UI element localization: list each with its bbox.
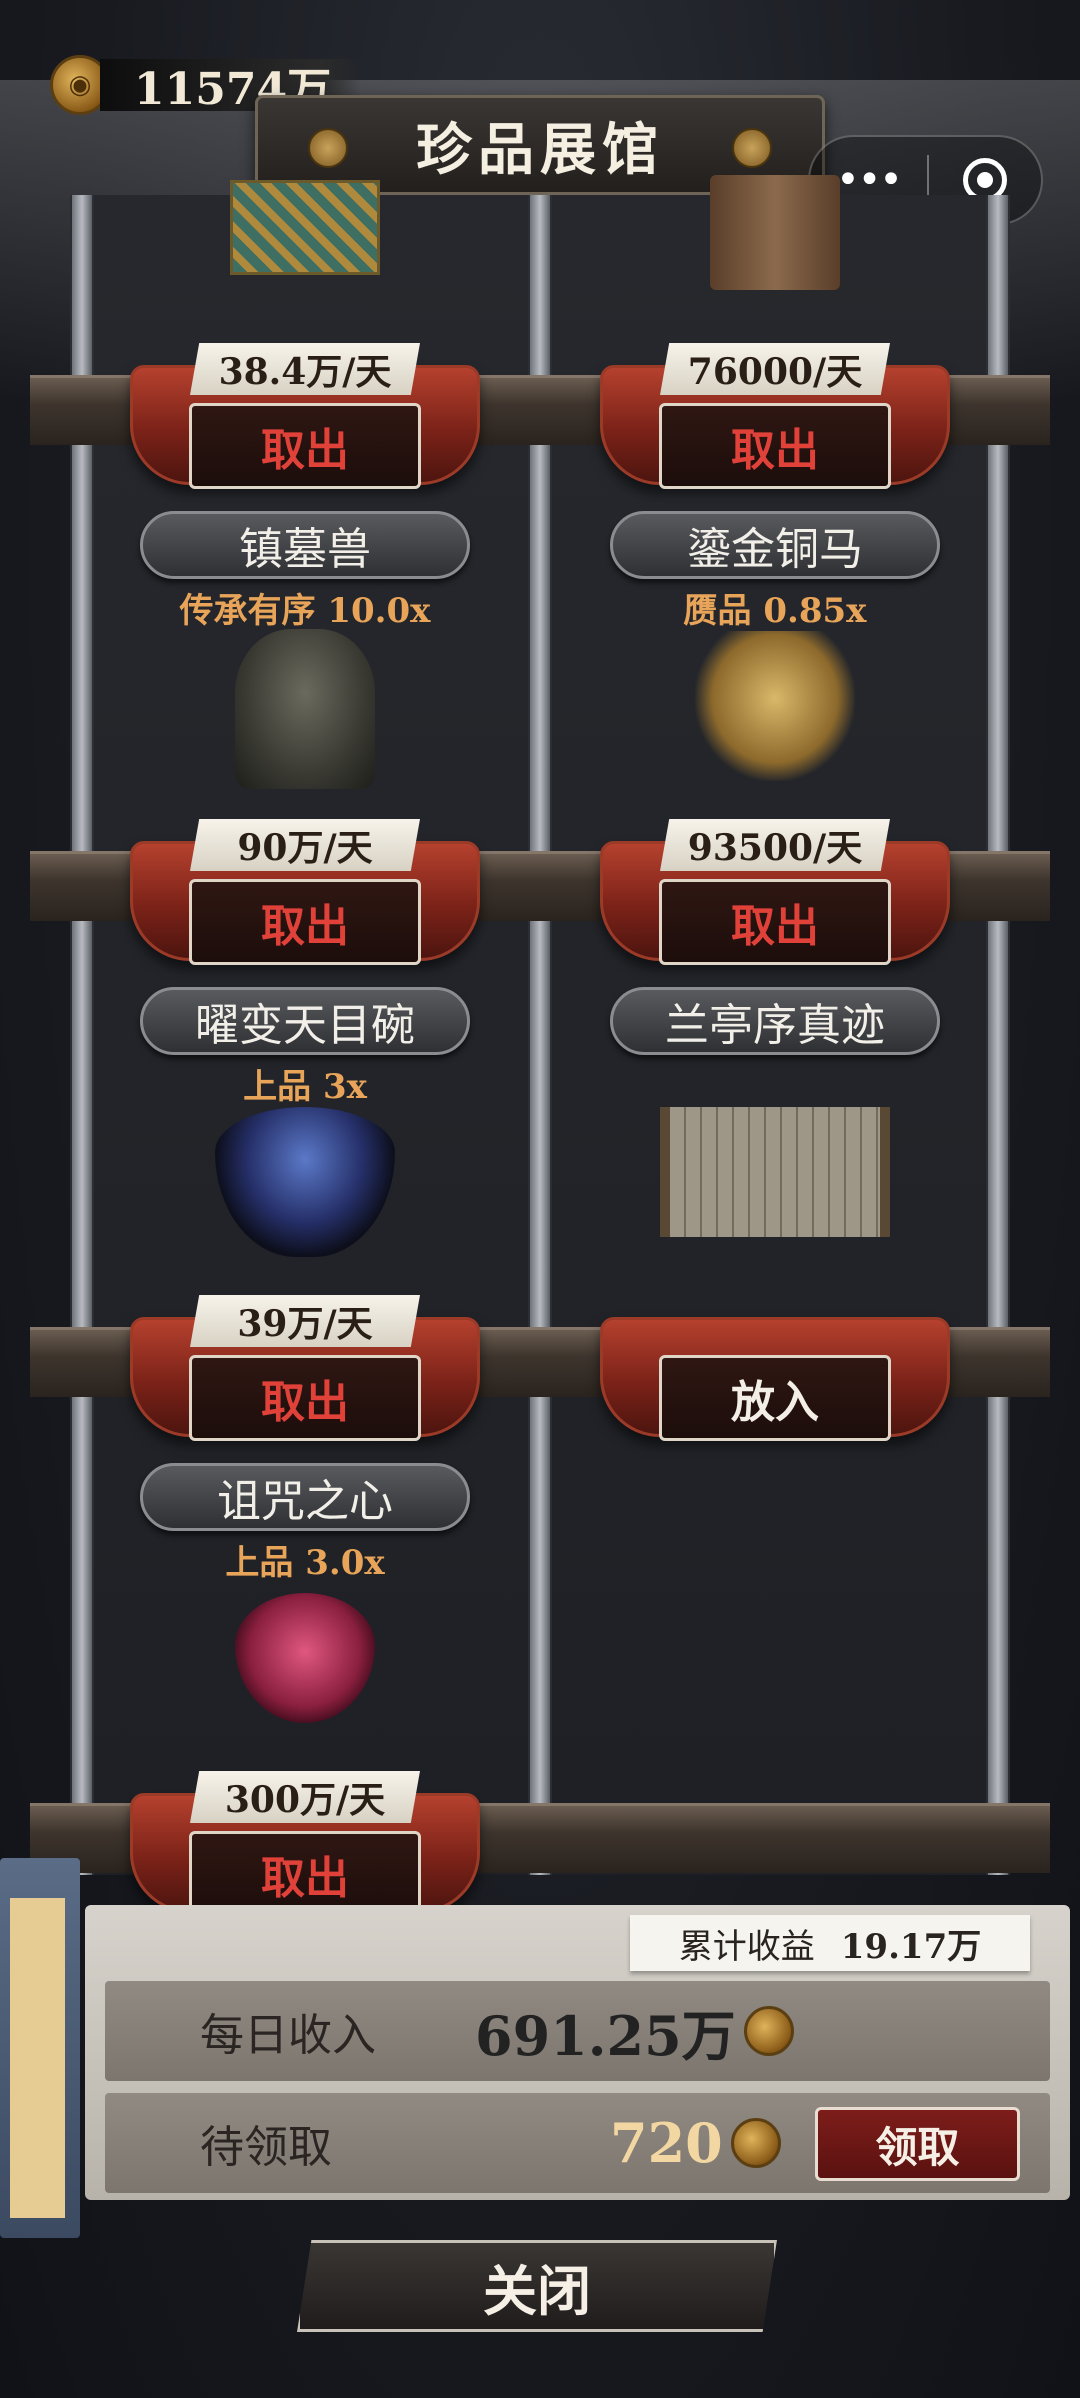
daily-rate: 300万/天 — [190, 1771, 420, 1823]
side-talisman-tag[interactable] — [0, 1858, 80, 2238]
tomb-guardian-image — [235, 629, 375, 789]
calligraphy-scroll-image — [660, 1107, 890, 1237]
exhibit-slot: 镇墓兽 传承有序 10.0x 90万/天 取出 — [70, 501, 540, 977]
daily-rate: 38.4万/天 — [190, 343, 420, 395]
exhibit-quality: 上品 3.0x — [225, 1543, 385, 1583]
cumulative-value: 19.17万 — [840, 1926, 982, 1967]
daily-income-value: 691.25万 — [475, 2003, 736, 2068]
take-out-button[interactable]: 取出 — [659, 403, 891, 489]
exhibit-name: 鎏金铜马 — [610, 511, 940, 579]
take-out-button[interactable]: 取出 — [659, 879, 891, 965]
exhibit-slot: 38.4万/天 取出 — [70, 25, 540, 501]
take-out-button[interactable]: 取出 — [189, 879, 421, 965]
exhibit-slot: 兰亭序真迹 放入 — [540, 977, 1010, 1453]
pending-label: 待领取 — [200, 2122, 332, 2173]
dragon-tile-image — [230, 180, 380, 275]
pending-value: 720 — [610, 2111, 723, 2175]
daily-income-label: 每日收入 — [200, 2010, 376, 2061]
take-out-button[interactable]: 取出 — [189, 403, 421, 489]
exhibit-quality: 上品 3x — [243, 1067, 367, 1107]
exhibit-slot: 76000/天 取出 — [540, 25, 1010, 501]
gilt-bronze-horse-image — [695, 631, 855, 781]
coin-icon — [730, 2118, 781, 2168]
put-in-button[interactable]: 放入 — [659, 1355, 891, 1441]
tenmoku-bowl-image — [215, 1107, 395, 1257]
exhibit-name: 诅咒之心 — [140, 1463, 470, 1531]
daily-rate: 90万/天 — [190, 819, 420, 871]
ancient-scroll-image — [710, 175, 840, 290]
coin-icon — [743, 2006, 794, 2056]
daily-income-row: 每日收入 691.25万 — [105, 1981, 1050, 2081]
daily-rate: 76000/天 — [660, 343, 890, 395]
pending-row: 待领取 720 领取 — [105, 2093, 1050, 2193]
exhibit-quality: 赝品 0.85x — [683, 591, 867, 631]
income-panel: 累计收益 19.17万 每日收入 691.25万 待领取 720 领取 — [85, 1905, 1070, 2200]
talisman-paper — [10, 1898, 65, 2218]
cursed-heart-image — [235, 1593, 375, 1723]
collect-button[interactable]: 领取 — [815, 2107, 1020, 2181]
exhibit-quality: 传承有序 10.0x — [179, 591, 431, 631]
close-button[interactable]: 关闭 — [297, 2240, 777, 2332]
take-out-button[interactable]: 取出 — [189, 1355, 421, 1441]
cumulative-income: 累计收益 19.17万 — [630, 1915, 1030, 1971]
daily-rate: 39万/天 — [190, 1295, 420, 1347]
exhibit-name: 曜变天目碗 — [140, 987, 470, 1055]
exhibit-name: 镇墓兽 — [140, 511, 470, 579]
display-cabinet: 38.4万/天 取出 76000/天 取出 镇墓兽 传承有序 10.0x 90万… — [30, 175, 1050, 1917]
daily-rate: 93500/天 — [660, 819, 890, 871]
exhibit-slot: 鎏金铜马 赝品 0.85x 93500/天 取出 — [540, 501, 1010, 977]
exhibit-slot: 曜变天目碗 上品 3x 39万/天 取出 — [70, 977, 540, 1453]
cumulative-label: 累计收益 — [678, 1926, 815, 1967]
exhibit-slot: 诅咒之心 上品 3.0x 300万/天 取出 — [70, 1453, 540, 1929]
exhibit-name: 兰亭序真迹 — [610, 987, 940, 1055]
